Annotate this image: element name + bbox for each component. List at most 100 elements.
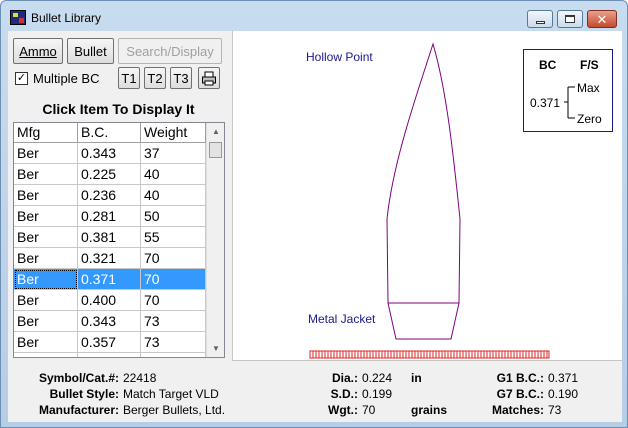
bc-legend-box: BC F/S 0.371 Max Zero <box>523 49 613 132</box>
bc-cell: 0.343 <box>78 143 141 164</box>
list-item[interactable]: Ber 0.321 70 <box>14 248 206 269</box>
bc-cell: 0.381 <box>78 227 141 248</box>
weight-cell: 73 <box>141 332 206 353</box>
weight-label: Wgt.: <box>328 403 358 417</box>
mfg-cell: Ber <box>14 206 78 227</box>
weight-cell: 73 <box>141 311 206 332</box>
t1-label: T1 <box>121 70 137 86</box>
ammo-button-label: Ammo <box>19 43 57 59</box>
weight-cell: 40 <box>141 185 206 206</box>
weight-unit: grains <box>411 403 448 417</box>
g1-bc-value: 0.371 <box>548 371 579 385</box>
minimize-button[interactable] <box>527 10 553 28</box>
mfg-cell: Ber <box>14 332 78 353</box>
weight-cell: 37 <box>141 143 206 164</box>
column-header-bc[interactable]: B.C. <box>78 123 141 143</box>
dia-value: 0.224 <box>362 371 393 385</box>
weight-cell: 50 <box>141 206 206 227</box>
t3-label: T3 <box>173 70 189 86</box>
mfg-cell: Ber <box>14 164 78 185</box>
symbol-label: Symbol/Cat.#: <box>38 371 119 385</box>
mfg-cell: Ber <box>14 248 78 269</box>
t1-button[interactable]: T1 <box>118 67 140 89</box>
checkmark-icon: ✓ <box>16 72 27 84</box>
matches-value: 73 <box>548 403 562 417</box>
list-title: Click Item To Display It <box>42 101 195 117</box>
list-item[interactable]: Ber 0.281 50 <box>14 206 206 227</box>
weight-value: 70 <box>362 403 376 417</box>
weight-cell: 70 <box>141 290 206 311</box>
scroll-down-arrow-icon[interactable]: ▼ <box>207 340 224 357</box>
multiple-bc-checkbox[interactable]: ✓ <box>15 72 28 85</box>
app-icon <box>10 10 26 25</box>
mfg-cell: Ber <box>14 353 78 357</box>
weight-cell: 40 <box>141 164 206 185</box>
search-display-label: Search/Display <box>126 43 214 59</box>
minimize-icon <box>535 20 545 24</box>
length-ruler <box>309 350 550 359</box>
bullet-list[interactable]: Mfg B.C. Weight Ber 0.343 37 Ber 0.225 40 Ber 0… <box>13 122 225 358</box>
bc-cell: 0.4?? <box>78 353 141 357</box>
bc-cell: 0.357 <box>78 332 141 353</box>
dia-unit: in <box>411 371 422 385</box>
title-bar[interactable]: Bullet Library ✕ <box>1 1 627 31</box>
style-value: Match Target VLD <box>123 387 219 401</box>
list-item[interactable]: Ber 0.236 40 <box>14 185 206 206</box>
list-item[interactable]: Ber 0.371 70 <box>14 269 206 290</box>
maximize-button[interactable] <box>557 10 583 28</box>
search-display-button[interactable]: Search/Display <box>118 38 222 64</box>
max-label: Max <box>577 81 600 95</box>
list-item[interactable]: Ber 0.343 37 <box>14 143 206 164</box>
tip-style-label: Hollow Point <box>306 50 373 64</box>
print-button[interactable] <box>198 67 220 89</box>
bc-cell: 0.281 <box>78 206 141 227</box>
close-icon: ✕ <box>596 11 608 27</box>
scroll-thumb[interactable] <box>209 142 222 158</box>
list-scrollbar[interactable]: ▲ ▼ <box>206 123 224 357</box>
mfg-cell: Ber <box>14 227 78 248</box>
bullet-button-label: Bullet <box>74 43 107 59</box>
bc-cell: 0.236 <box>78 185 141 206</box>
list-item[interactable]: Ber 0.357 73 <box>14 332 206 353</box>
dia-label: Dia.: <box>331 371 358 385</box>
multiple-bc-option[interactable]: ✓ Multiple BC <box>15 71 99 86</box>
multiple-bc-label: Multiple BC <box>33 71 100 86</box>
g7-bc-value: 0.190 <box>548 387 579 401</box>
maximize-icon <box>565 15 575 23</box>
list-item[interactable]: Ber 0.225 40 <box>14 164 206 185</box>
scroll-up-arrow-icon[interactable]: ▲ <box>207 123 224 140</box>
sd-label: S.D.: <box>330 387 358 401</box>
close-button[interactable]: ✕ <box>587 10 617 28</box>
bc-cell: 0.400 <box>78 290 141 311</box>
list-item[interactable]: Ber 0.381 55 <box>14 227 206 248</box>
column-header-mfg[interactable]: Mfg <box>14 123 78 143</box>
printer-icon <box>202 71 216 85</box>
t3-button[interactable]: T3 <box>170 67 192 89</box>
list-item[interactable]: Ber0.4??75 <box>14 353 206 357</box>
mfg-cell: Ber <box>14 290 78 311</box>
base-style-label: Metal Jacket <box>308 312 376 326</box>
weight-cell: 70 <box>141 248 206 269</box>
ammo-button[interactable]: Ammo <box>13 38 63 64</box>
weight-cell: 70 <box>141 269 206 290</box>
bullet-library-window: Bullet Library ✕ Ammo Bullet Search/Disp… <box>0 0 628 428</box>
mfg-cell: Ber <box>14 143 78 164</box>
bc-cell: 0.321 <box>78 248 141 269</box>
bullet-button[interactable]: Bullet <box>67 38 114 64</box>
bullet-drawing-area: Hollow Point Metal Jacket BC F/S 0.371 M… <box>232 31 622 361</box>
column-header-weight[interactable]: Weight <box>141 123 206 143</box>
weight-cell: 75 <box>141 353 206 357</box>
zero-label: Zero <box>577 112 602 126</box>
mfg-cell: Ber <box>14 311 78 332</box>
list-item[interactable]: Ber 0.343 73 <box>14 311 206 332</box>
list-item[interactable]: Ber 0.400 70 <box>14 290 206 311</box>
style-label: Bullet Style: <box>49 387 119 401</box>
bc-cell: 0.225 <box>78 164 141 185</box>
t2-button[interactable]: T2 <box>144 67 166 89</box>
manufacturer-label: Manufacturer: <box>38 403 119 417</box>
list-body: Ber 0.343 37 Ber 0.225 40 Ber 0.236 40 Ber 0.281 50… <box>14 143 206 357</box>
bullet-details: Symbol/Cat.#: 22418 Bullet Style: Match … <box>8 363 622 422</box>
g7-bc-label: G7 B.C.: <box>496 387 544 401</box>
sd-value: 0.199 <box>362 387 393 401</box>
mfg-cell: Ber <box>14 185 78 206</box>
